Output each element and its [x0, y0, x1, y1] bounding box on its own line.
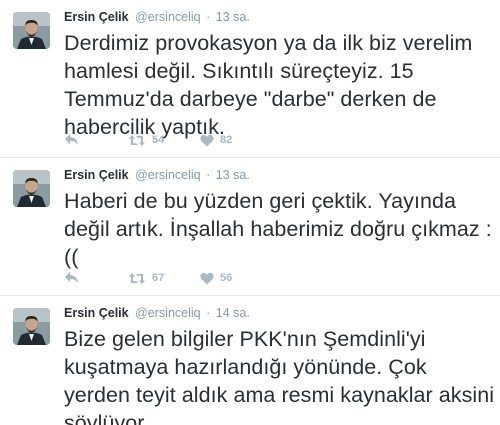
- avatar[interactable]: [13, 308, 50, 345]
- retweet-icon: [129, 134, 145, 146]
- tweet-text-line: kuşatmaya hazırlandığı yönünde. Çok: [64, 355, 427, 379]
- tweet-header: Ersin Çelik @ersinceliq · 13 sa.: [64, 8, 492, 26]
- tweet-header: Ersin Çelik @ersinceliq · 13 sa.: [64, 166, 492, 184]
- heart-icon: [200, 272, 214, 284]
- retweet-button[interactable]: 67: [128, 272, 200, 285]
- tweet-text: Bize gelen bilgiler PKK'nın Şemdinli'yi …: [64, 325, 495, 425]
- tweet-text-line: Bize gelen bilgiler PKK'nın Şemdinli'yi: [64, 327, 426, 351]
- reply-icon: [65, 134, 78, 145]
- tweet-text: Derdimiz provokasyon ya da ilk biz verel…: [64, 29, 492, 141]
- tweet-header: Ersin Çelik @ersinceliq · 14 sa.: [64, 304, 492, 322]
- author-name[interactable]: Ersin Çelik: [64, 306, 129, 320]
- header-separator: ·: [206, 168, 211, 182]
- author-name[interactable]: Ersin Çelik: [64, 168, 129, 182]
- tweet-text-line: ((: [64, 245, 79, 269]
- tweet-text-line: Haberi de bu yüzden geri çektik. Yayında: [64, 189, 457, 213]
- avatar[interactable]: [13, 12, 50, 49]
- avatar-image: [13, 12, 50, 49]
- tweet-text-line: Derdimiz provokasyon ya da ilk biz verel…: [64, 31, 473, 55]
- reply-button[interactable]: [64, 271, 128, 285]
- tweet-text-line: Temmuz'da darbeye "darbe" derken de: [64, 87, 437, 111]
- header-separator: ·: [206, 306, 211, 320]
- tweet-text: Haberi de bu yüzden geri çektik. Yayında…: [64, 187, 492, 271]
- tweet-timestamp[interactable]: 13 sa.: [216, 10, 250, 24]
- like-button[interactable]: 82: [200, 134, 260, 147]
- avatar-image: [13, 308, 50, 345]
- tweet-actions: 54 82: [64, 132, 260, 148]
- heart-icon: [200, 134, 214, 146]
- author-handle[interactable]: @ersinceliq: [135, 10, 201, 24]
- retweet-icon: [129, 272, 145, 284]
- tweet-text-line: değil artık. İnşallah haberimiz doğru çı…: [64, 217, 492, 241]
- tweet[interactable]: Ersin Çelik @ersinceliq · 13 sa. Derdimi…: [0, 0, 500, 158]
- like-count: 56: [220, 272, 233, 284]
- tweet-timestamp[interactable]: 13 sa.: [216, 168, 250, 182]
- tweet-text-line: hamlesi değil. Sıkıntılı süreçteyiz. 15: [64, 59, 414, 83]
- author-handle[interactable]: @ersinceliq: [135, 306, 201, 320]
- like-button[interactable]: 56: [200, 272, 260, 285]
- header-separator: ·: [206, 10, 211, 24]
- tweet-timestamp[interactable]: 14 sa.: [216, 306, 250, 320]
- retweet-count: 54: [152, 134, 165, 146]
- tweet[interactable]: Ersin Çelik @ersinceliq · 14 sa. Bize ge…: [0, 296, 500, 425]
- avatar[interactable]: [13, 170, 50, 207]
- author-name[interactable]: Ersin Çelik: [64, 10, 129, 24]
- author-handle[interactable]: @ersinceliq: [135, 168, 201, 182]
- retweet-button[interactable]: 54: [128, 134, 200, 147]
- tweet-feed: Ersin Çelik @ersinceliq · 13 sa. Derdimi…: [0, 0, 500, 425]
- tweet-actions: 67 56: [64, 270, 260, 286]
- avatar-image: [13, 170, 50, 207]
- reply-icon: [65, 272, 78, 283]
- tweet-text-line: yerden teyit aldık ama resmi kaynaklar a…: [64, 383, 495, 407]
- tweet[interactable]: Ersin Çelik @ersinceliq · 13 sa. Haberi …: [0, 158, 500, 296]
- tweet-text-line: söylüyor.: [64, 411, 150, 425]
- retweet-count: 67: [152, 272, 165, 284]
- like-count: 82: [220, 134, 233, 146]
- reply-button[interactable]: [64, 133, 128, 147]
